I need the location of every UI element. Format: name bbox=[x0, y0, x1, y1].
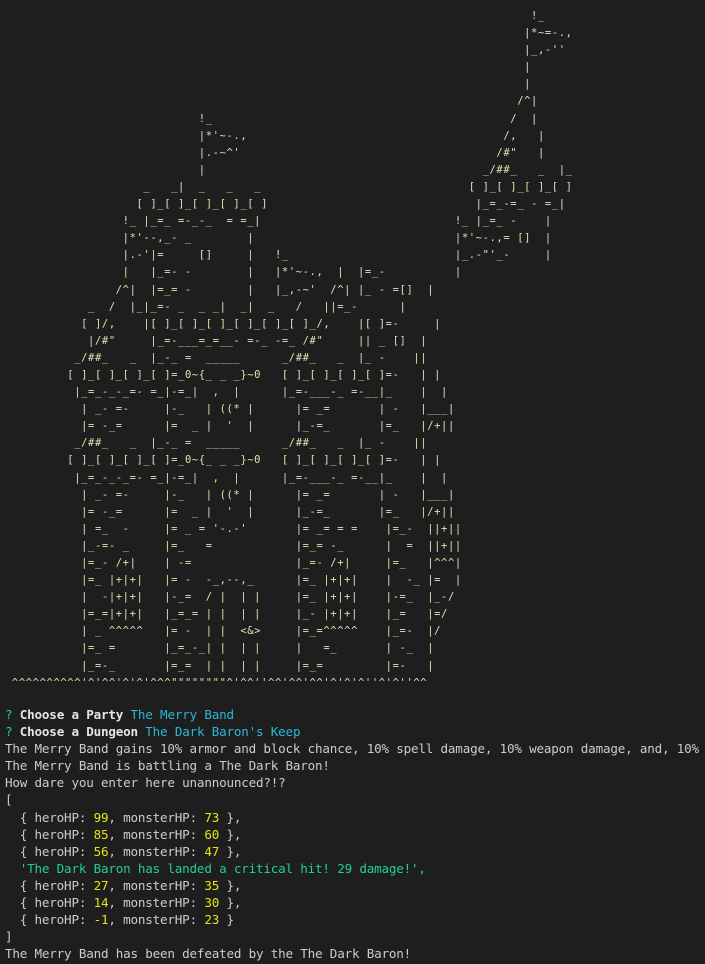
prompt-question-icon: ? bbox=[5, 724, 13, 740]
terminal-window: !_ |*~=-., |_,-'' | | /^| !_ / | |*'~-.,… bbox=[0, 0, 705, 964]
buff-message: The Merry Band gains 10% armor and block… bbox=[5, 741, 705, 757]
party-prompt-line: ? Choose a Party The Merry Band bbox=[5, 706, 705, 723]
monster-hp-value: 35 bbox=[204, 877, 220, 893]
critical-hit-message: 'The Dark Baron has landed a critical hi… bbox=[19, 860, 426, 876]
battle-log-entry: { heroHP: -1, monsterHP: 23 } bbox=[5, 912, 234, 928]
prompt-question-icon: ? bbox=[5, 707, 13, 722]
battle-log-entry: { heroHP: 56, monsterHP: 47 }, bbox=[5, 843, 242, 859]
monster-hp-key: monsterHP bbox=[123, 877, 190, 893]
hero-hp-value: -1 bbox=[93, 912, 109, 928]
party-prompt-label: Choose a Party bbox=[19, 707, 124, 722]
battle-log-entry: { heroHP: 14, monsterHP: 30 }, bbox=[5, 895, 242, 911]
dungeon-answer: The Dark Baron's Keep bbox=[145, 724, 301, 740]
hero-hp-key: heroHP bbox=[34, 843, 79, 859]
monster-hp-key: monsterHP bbox=[123, 809, 190, 825]
monster-hp-key: monsterHP bbox=[123, 912, 190, 928]
hero-hp-key: heroHP bbox=[34, 877, 79, 893]
hero-hp-value: 85 bbox=[93, 826, 109, 842]
hero-hp-value: 99 bbox=[93, 809, 109, 825]
entry-suffix: } bbox=[219, 912, 234, 928]
battle-log-entry: 'The Dark Baron has landed a critical hi… bbox=[5, 860, 705, 877]
monster-hp-value: 30 bbox=[204, 895, 220, 911]
monster-hp-key: monsterHP bbox=[123, 843, 190, 859]
entry-suffix: }, bbox=[219, 826, 242, 842]
terminal-output: ? Choose a Party The Merry Band ? Choose… bbox=[5, 706, 705, 962]
dungeon-prompt-label: Choose a Dungeon bbox=[19, 724, 138, 740]
battle-log-entry: { heroHP: 85, monsterHP: 60 }, bbox=[5, 826, 242, 842]
hero-hp-value: 56 bbox=[93, 843, 109, 859]
entry-suffix: }, bbox=[219, 843, 242, 859]
array-close-bracket: ] bbox=[5, 929, 13, 945]
entry-suffix: }, bbox=[219, 809, 242, 825]
battle-log-entries: { heroHP: 99, monsterHP: 73 }, { heroHP:… bbox=[5, 809, 705, 929]
monster-hp-value: 73 bbox=[204, 809, 220, 825]
castle-ascii-art: !_ |*~=-., |_,-'' | | /^| !_ / | |*'~-.,… bbox=[11, 10, 573, 689]
hero-hp-key: heroHP bbox=[34, 826, 79, 842]
entry-suffix: }, bbox=[219, 895, 242, 911]
monster-hp-key: monsterHP bbox=[123, 895, 190, 911]
monster-taunt: How dare you enter here unannounced?!? bbox=[5, 775, 286, 791]
hero-hp-key: heroHP bbox=[34, 809, 79, 825]
entry-suffix: }, bbox=[219, 877, 242, 893]
battle-message: The Merry Band is battling a The Dark Ba… bbox=[5, 758, 330, 774]
hero-hp-value: 14 bbox=[93, 895, 109, 911]
hero-hp-value: 27 bbox=[93, 877, 109, 893]
dungeon-prompt-line: ? Choose a Dungeon The Dark Baron's Keep bbox=[5, 723, 705, 740]
monster-hp-key: monsterHP bbox=[123, 826, 190, 842]
battle-log-entry: { heroHP: 99, monsterHP: 73 }, bbox=[5, 809, 242, 825]
monster-hp-value: 60 bbox=[204, 826, 220, 842]
monster-hp-value: 47 bbox=[204, 843, 220, 859]
hero-hp-key: heroHP bbox=[34, 912, 79, 928]
party-answer: The Merry Band bbox=[130, 707, 235, 722]
array-open-bracket: [ bbox=[5, 792, 13, 808]
battle-log-entry: { heroHP: 27, monsterHP: 35 }, bbox=[5, 877, 242, 893]
defeat-message: The Merry Band has been defeated by the … bbox=[5, 946, 412, 962]
monster-hp-value: 23 bbox=[204, 912, 220, 928]
hero-hp-key: heroHP bbox=[34, 895, 79, 911]
